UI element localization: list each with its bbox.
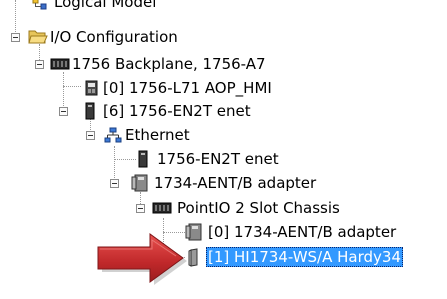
tree-item-en2t-module[interactable]: [6] 1756-EN2T enet [0, 100, 300, 122]
tree-item-hardy-module[interactable]: [1] HI1734-WS/A Hardy34 [0, 246, 420, 268]
controller-label: [0] 1756-L71 AOP_HMI [103, 79, 272, 97]
collapse-toggle[interactable] [136, 204, 145, 213]
tree-item-chassis[interactable]: PointIO 2 Slot Chassis [0, 197, 340, 219]
module-icon [138, 150, 148, 168]
folder-open-icon [28, 30, 48, 44]
tree-item-io-configuration[interactable]: I/O Configuration [0, 26, 200, 48]
tree-item-aent-slot[interactable]: [0] 1734-AENT/B adapter [0, 221, 400, 243]
chassis-label: PointIO 2 Slot Chassis [177, 199, 340, 217]
tree-item-ethernet[interactable]: Ethernet [0, 124, 300, 146]
backplane-icon [50, 58, 70, 70]
tree-item-backplane[interactable]: 1756 Backplane, 1756-A7 [0, 53, 300, 75]
module-icon [85, 102, 95, 120]
collapse-toggle[interactable] [59, 107, 68, 116]
io-tree[interactable]: Logical Model I/O Configuration 1756 Bac… [0, 0, 447, 299]
aent-adapter-label: 1734-AENT/B adapter [154, 174, 317, 192]
backplane-label: 1756 Backplane, 1756-A7 [72, 55, 266, 73]
network-icon [104, 127, 122, 143]
tree-item-controller[interactable]: [0] 1756-L71 AOP_HMI [0, 77, 300, 99]
tree-item-aent-adapter[interactable]: 1734-AENT/B adapter [0, 172, 320, 194]
io-configuration-label: I/O Configuration [50, 28, 178, 46]
callout-arrow-icon [97, 233, 187, 285]
chassis-icon [152, 202, 172, 214]
tree-item-logical-model[interactable]: Logical Model [0, 0, 200, 13]
ethernet-label: Ethernet [125, 126, 190, 144]
adapter-icon [131, 174, 148, 192]
collapse-toggle[interactable] [86, 131, 95, 140]
collapse-toggle[interactable] [35, 60, 44, 69]
hardy-module-label[interactable]: [1] HI1734-WS/A Hardy34 [206, 247, 403, 267]
controller-icon [85, 80, 98, 96]
en2t-port-label: 1756-EN2T enet [157, 150, 279, 168]
collapse-toggle[interactable] [11, 33, 20, 42]
logical-model-label: Logical Model [54, 0, 157, 11]
tree-item-en2t-port[interactable]: 1756-EN2T enet [0, 148, 300, 170]
aent-slot-label: [0] 1734-AENT/B adapter [208, 223, 397, 241]
collapse-toggle[interactable] [110, 179, 119, 188]
en2t-module-label: [6] 1756-EN2T enet [103, 102, 251, 120]
logical-model-icon [32, 0, 47, 10]
